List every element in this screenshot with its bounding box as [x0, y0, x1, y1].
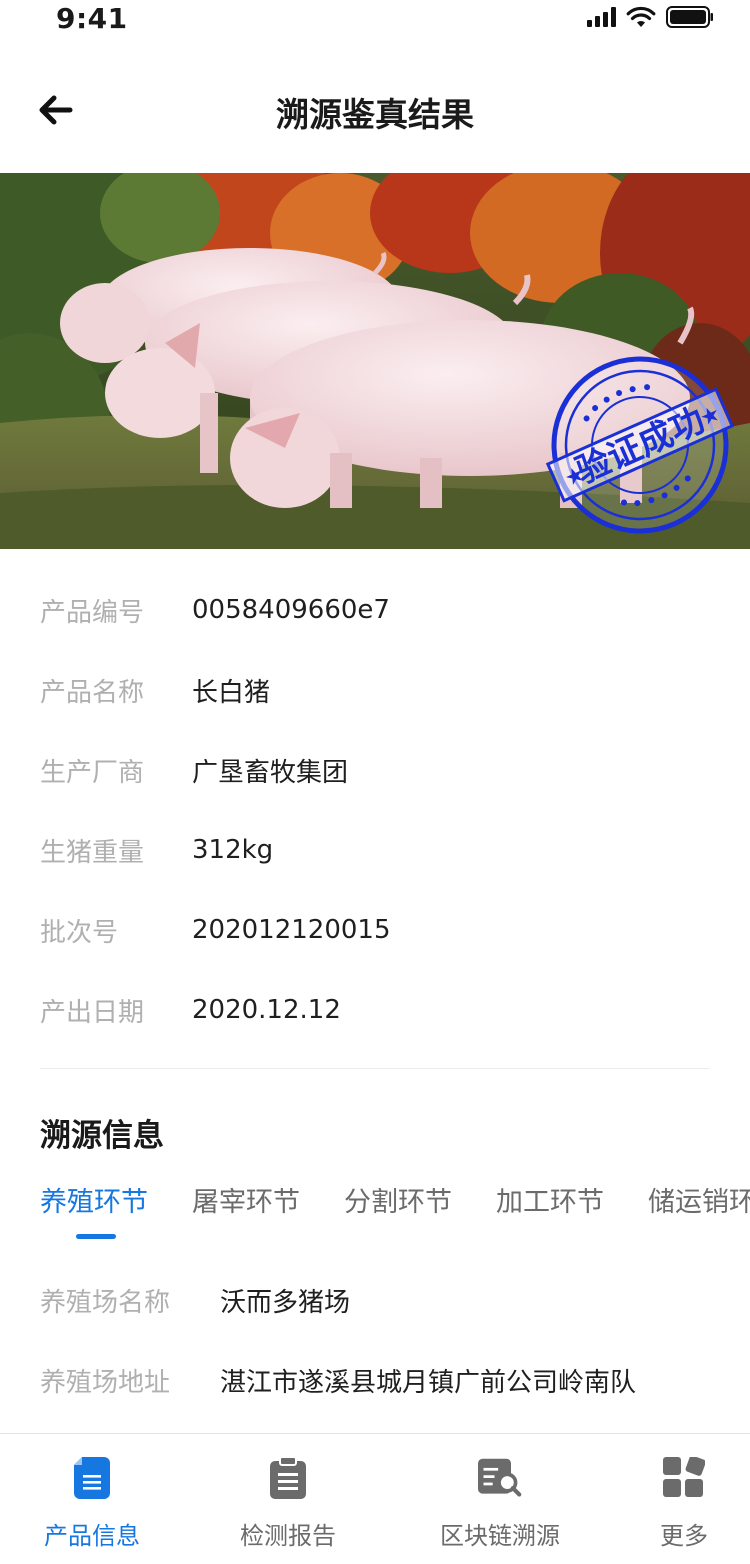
battery-icon — [666, 6, 713, 28]
info-label: 产品名称 — [40, 677, 145, 708]
detail-row-farm-name: 养殖场名称 沃而多猪场 — [40, 1260, 710, 1340]
info-value: 202012120015 — [192, 915, 391, 945]
tab-breeding[interactable]: 养殖环节 — [40, 1180, 148, 1219]
info-row-product-id: 产品编号 0058409660e7 — [40, 570, 710, 650]
detail-value: 湛江市遂溪县城月镇广前公司岭南队 — [220, 1367, 637, 1398]
tabbar-item-product-info[interactable]: 产品信息 — [40, 1434, 144, 1564]
tabbar-label: 产品信息 — [44, 1522, 140, 1550]
tab-slaughter[interactable]: 屠宰环节 — [192, 1180, 300, 1219]
navigation-bar: 溯源鉴真结果 — [0, 60, 750, 160]
info-value: 0058409660e7 — [192, 595, 390, 625]
info-label: 生产厂商 — [40, 757, 145, 788]
info-value: 2020.12.12 — [192, 995, 341, 1025]
product-photo: ★ ★ 验证成功 — [0, 173, 750, 549]
bottom-tab-bar: 产品信息 检测报告 区块链溯源 更多 — [0, 1433, 750, 1564]
info-value: 312kg — [192, 835, 274, 865]
pigs-photo-illustration: ★ ★ 验证成功 — [0, 173, 750, 549]
trace-section-title: 溯源信息 — [40, 1118, 164, 1154]
info-row-batch: 批次号 202012120015 — [40, 890, 710, 970]
page-title: 溯源鉴真结果 — [276, 95, 474, 134]
status-bar: 9:41 — [0, 0, 750, 40]
tabbar-item-blockchain-trace[interactable]: 区块链溯源 — [434, 1434, 566, 1564]
cellular-signal-icon — [587, 7, 616, 27]
tabbar-label: 检测报告 — [240, 1522, 336, 1550]
tabbar-label: 区块链溯源 — [440, 1522, 560, 1550]
info-row-product-name: 产品名称 长白猪 — [40, 650, 710, 730]
info-row-date: 产出日期 2020.12.12 — [40, 970, 710, 1050]
info-row-weight: 生猪重量 312kg — [40, 810, 710, 890]
tab-processing[interactable]: 加工环节 — [496, 1180, 604, 1219]
document-icon — [70, 1456, 114, 1500]
info-value: 长白猪 — [192, 677, 271, 708]
detail-value: 沃而多猪场 — [220, 1287, 351, 1318]
info-label: 批次号 — [40, 917, 119, 948]
trace-detail-list: 养殖场名称 沃而多猪场 养殖场地址 湛江市遂溪县城月镇广前公司岭南队 — [40, 1260, 710, 1420]
detail-label: 养殖场名称 — [40, 1287, 171, 1318]
section-divider — [40, 1068, 710, 1069]
tab-cutting[interactable]: 分割环节 — [344, 1180, 452, 1219]
tab-logistics[interactable]: 储运销环节 — [648, 1180, 750, 1219]
info-label: 生猪重量 — [40, 837, 145, 868]
active-tab-indicator — [76, 1234, 116, 1239]
clipboard-icon — [266, 1456, 310, 1500]
grid-icon — [662, 1456, 706, 1500]
trace-tabs: 养殖环节 屠宰环节 分割环节 加工环节 储运销环节 — [40, 1180, 750, 1240]
product-info-list: 产品编号 0058409660e7 产品名称 长白猪 生产厂商 广垦畜牧集团 生… — [40, 570, 710, 1050]
tabbar-item-more[interactable]: 更多 — [648, 1434, 720, 1564]
info-value: 广垦畜牧集团 — [192, 757, 349, 788]
search-list-icon — [478, 1456, 522, 1500]
tabbar-item-test-report[interactable]: 检测报告 — [236, 1434, 340, 1564]
detail-row-farm-address: 养殖场地址 湛江市遂溪县城月镇广前公司岭南队 — [40, 1340, 710, 1420]
wifi-icon — [626, 6, 656, 27]
info-label: 产出日期 — [40, 997, 145, 1028]
detail-label: 养殖场地址 — [40, 1367, 171, 1398]
info-label: 产品编号 — [40, 597, 145, 628]
status-icons — [587, 6, 714, 28]
tabbar-label: 更多 — [660, 1522, 708, 1550]
info-row-manufacturer: 生产厂商 广垦畜牧集团 — [40, 730, 710, 810]
status-time: 9:41 — [56, 2, 128, 35]
